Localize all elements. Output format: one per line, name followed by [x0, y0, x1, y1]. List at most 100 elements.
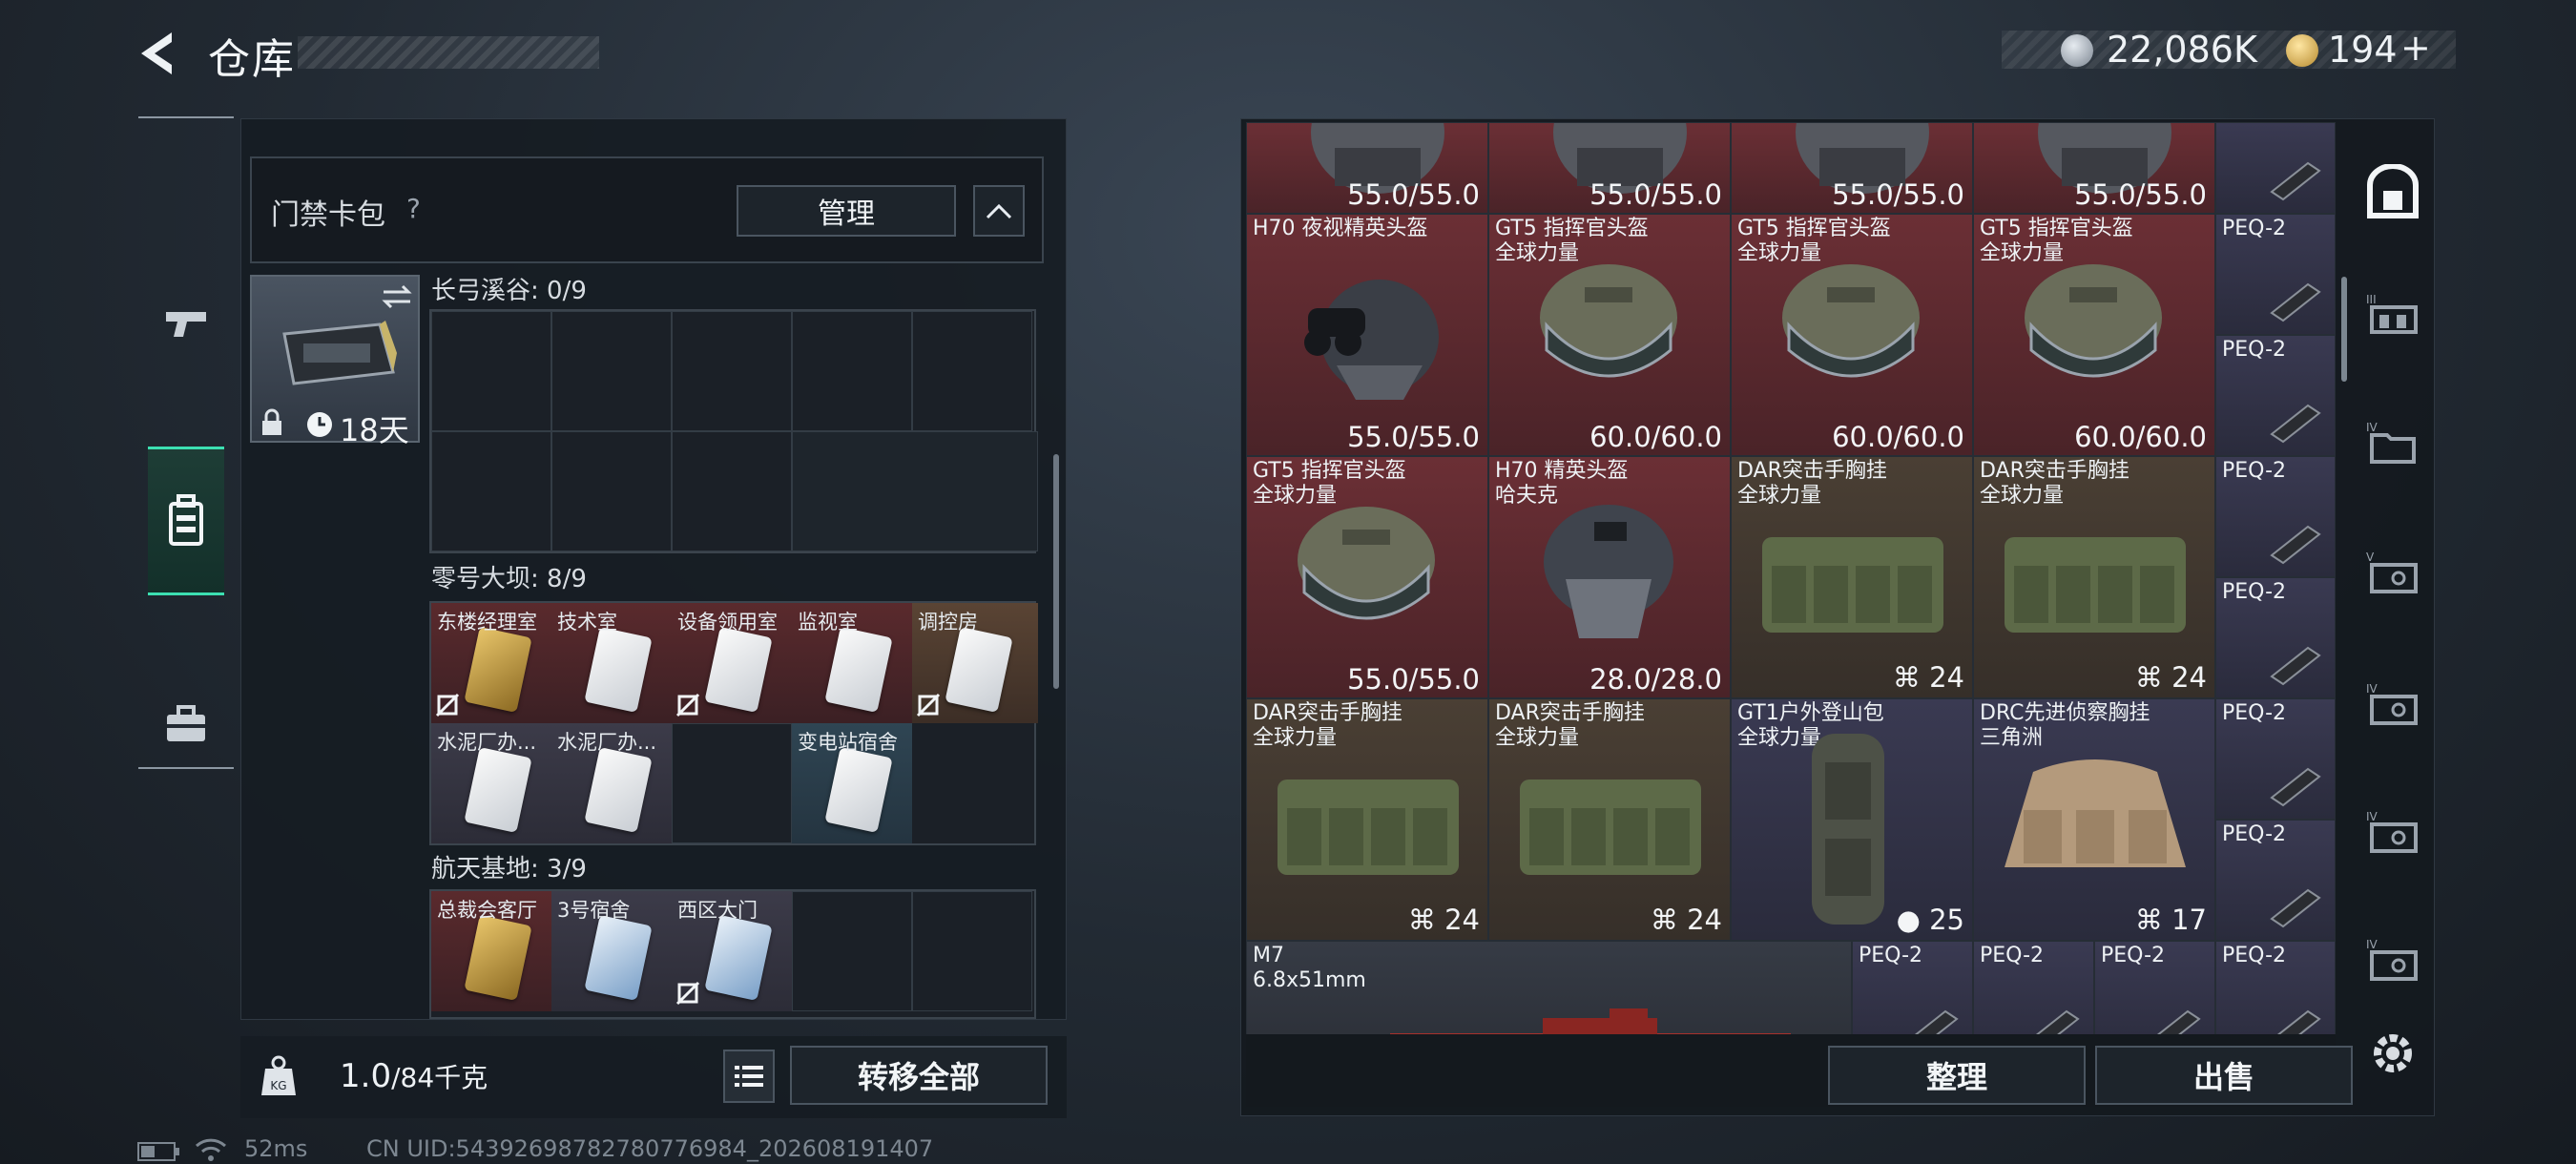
help-icon[interactable]: ?: [406, 193, 421, 224]
stash-item-peq[interactable]: [2215, 122, 2336, 214]
stash-item-peq[interactable]: PEQ-2: [1852, 941, 1973, 1034]
stash-item-peq[interactable]: PEQ-2: [2215, 577, 2336, 698]
sort-button[interactable]: 整理: [1828, 1046, 2086, 1105]
laser-module-icon: [2276, 1009, 2321, 1034]
equipment-tab-v[interactable]: V: [2364, 544, 2421, 601]
stash-item-helmet[interactable]: H70 精英头盔 哈夫克 28.0/28.0: [1488, 456, 1731, 698]
commander-helmet-icon: [1298, 507, 1435, 620]
stash-item-peq[interactable]: PEQ-2: [2215, 820, 2336, 941]
tool-case-icon: V: [2366, 551, 2418, 593]
tool-case-icon: IV: [2366, 938, 2418, 981]
stash-item-peq[interactable]: PEQ-2: [2215, 456, 2336, 577]
back-button[interactable]: [134, 29, 191, 78]
keycard-item[interactable]: 水泥厂办...: [551, 723, 672, 843]
laser-module-icon: [2156, 1009, 2201, 1034]
rifle-icon: [1390, 1008, 1791, 1034]
right-tab-bar: III IV V IV IV IV: [2357, 124, 2429, 1021]
keycard-item[interactable]: 西区大门: [672, 891, 792, 1011]
equipment-tab-iii[interactable]: III: [2364, 286, 2421, 343]
silver-amount: 22,086K: [2107, 29, 2257, 71]
briefcase-icon: [167, 705, 205, 741]
laser-module-icon: [2035, 1009, 2080, 1034]
chest-rig-icon: [1278, 779, 1459, 875]
stash-item-helmet[interactable]: H70 夜视精英头盔 55.0/55.0: [1246, 214, 1488, 456]
stash-item-helmet[interactable]: GT5 指挥官头盔 全球力量 60.0/60.0: [1973, 214, 2215, 456]
stash-scrollbar[interactable]: [2341, 277, 2347, 382]
stash-item-helmet[interactable]: 55.0/55.0: [1731, 122, 1973, 214]
capacity: ● 25: [1896, 904, 1964, 936]
keycard-item[interactable]: 水泥厂办...: [431, 723, 551, 843]
laser-module-icon: [2270, 282, 2321, 322]
stash-item-peq[interactable]: PEQ-2: [2215, 698, 2336, 820]
stash-item-peq[interactable]: PEQ-2: [2215, 335, 2336, 456]
collapse-button[interactable]: [973, 185, 1025, 237]
sell-button[interactable]: 出售: [2095, 1046, 2353, 1105]
chevron-up-icon: [986, 203, 1012, 219]
card-pack-icon: [282, 321, 397, 385]
no-trade-icon: [435, 693, 460, 717]
stash-item-helmet[interactable]: GT5 指挥官头盔 全球力量 55.0/55.0: [1246, 456, 1488, 698]
stash-item-chest-rig[interactable]: DAR突击手胸挂 全球力量 ⌘ 24: [1731, 456, 1973, 698]
swap-icon[interactable]: [380, 282, 414, 311]
stash-item-peq[interactable]: PEQ-2: [2094, 941, 2215, 1034]
backpack-icon: [1812, 734, 1884, 925]
chest-rig-icon: [2005, 537, 2186, 633]
keycard-item[interactable]: 总裁会客厅: [431, 891, 551, 1011]
settings-button[interactable]: [2364, 1025, 2421, 1082]
stash-item-chest-rig[interactable]: DAR突击手胸挂 全球力量 ⌘ 24: [1973, 456, 2215, 698]
laser-module-icon: [2270, 646, 2321, 686]
stash-item-peq[interactable]: PEQ-2: [1973, 941, 2094, 1034]
section-label-longbow: 长弓溪谷: 0/9: [431, 277, 587, 305]
equipment-tab-iv-2[interactable]: IV: [2364, 676, 2421, 733]
keycard-item[interactable]: 3号宿舍: [551, 891, 672, 1011]
gold-coin-icon: [2286, 34, 2318, 67]
keycard-tab[interactable]: [148, 447, 224, 595]
stash-item-rifle[interactable]: M7 6.8x51mm: [1246, 941, 1852, 1034]
stash-item-peq[interactable]: PEQ-2: [2215, 941, 2336, 1034]
keycard-item[interactable]: 技术室: [551, 603, 672, 723]
folder-icon: IV: [2366, 421, 2416, 464]
stash-item-chest-rig[interactable]: DAR突击手胸挂 全球力量 ⌘ 24: [1246, 698, 1488, 941]
card-pack-timer: 18天: [340, 412, 409, 448]
stash-item-chest-rig[interactable]: DRC先进侦察胸挂 三角洲 ⌘ 17: [1973, 698, 2215, 941]
stash-item-helmet[interactable]: 55.0/55.0: [1973, 122, 2215, 214]
stash-item-backpack[interactable]: GT1户外登山包 全球力量 ● 25: [1731, 698, 1973, 941]
stash-item-helmet[interactable]: 55.0/55.0: [1246, 122, 1488, 214]
card-pack-title: 门禁卡包: [271, 198, 385, 232]
gear-icon: [2374, 1034, 2412, 1072]
transfer-all-button[interactable]: 转移全部: [790, 1046, 1048, 1105]
section-label-spacebase: 航天基地: 3/9: [431, 855, 587, 883]
wifi-icon: [195, 1138, 227, 1161]
weapon-tab[interactable]: [148, 252, 224, 395]
capacity: ⌘ 24: [1650, 904, 1722, 936]
stash-item-peq[interactable]: PEQ-2: [2215, 214, 2336, 335]
stash-item-helmet[interactable]: GT5 指挥官头盔 全球力量 60.0/60.0: [1488, 214, 1731, 456]
laser-module-icon: [2270, 404, 2321, 444]
add-currency-button[interactable]: +: [2400, 27, 2431, 69]
stash-item-chest-rig[interactable]: DAR突击手胸挂 全球力量 ⌘ 24: [1488, 698, 1731, 941]
briefcase-tab[interactable]: [148, 653, 224, 796]
capacity: ⌘ 17: [2134, 904, 2207, 936]
page-title: 仓库: [208, 35, 296, 84]
stash-item-helmet[interactable]: 55.0/55.0: [1488, 122, 1731, 214]
svg-text:IV: IV: [2366, 682, 2379, 696]
equipment-tab-iv-3[interactable]: IV: [2364, 803, 2421, 861]
stash-item-helmet[interactable]: GT5 指挥官头盔 全球力量 60.0/60.0: [1731, 214, 1973, 456]
keycard-item[interactable]: 设备领用室: [672, 603, 792, 723]
card-pack-slot[interactable]: 18天: [250, 275, 420, 448]
keycard-item[interactable]: 监视室: [792, 603, 912, 723]
keycard-item[interactable]: 调控房: [912, 603, 1038, 723]
manage-button[interactable]: 管理: [737, 185, 956, 237]
laser-module-icon: [1914, 1009, 1959, 1034]
equipment-tab-iv[interactable]: IV: [2364, 414, 2421, 471]
clock-icon: [307, 412, 332, 437]
tool-case-icon: IV: [2366, 810, 2418, 853]
list-view-button[interactable]: [723, 1050, 775, 1103]
equipment-tab-iv-4[interactable]: IV: [2364, 931, 2421, 988]
keycard-item[interactable]: 东楼经理室: [431, 603, 551, 723]
keycard-grid-dam: 东楼经理室 技术室 设备领用室 监视室 调控房 水泥厂办... 水泥厂办... …: [429, 601, 1038, 845]
keycard-item[interactable]: 变电站宿舍: [792, 723, 912, 843]
left-scrollbar[interactable]: [1053, 454, 1059, 689]
safe-box-tab[interactable]: [2364, 164, 2421, 221]
chest-rig-icon: [1762, 537, 1943, 633]
